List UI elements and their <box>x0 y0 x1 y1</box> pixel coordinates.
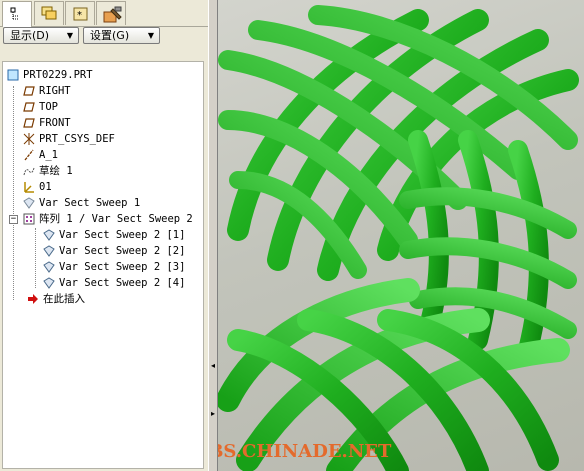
proe-window: * 显示(D) ▼ 设置(G) ▼ PRT0229.PRT RIGHT TOP … <box>0 0 584 471</box>
tab-tools[interactable] <box>96 1 126 25</box>
tree-icon <box>10 7 18 20</box>
favorites-icon: * <box>73 7 88 21</box>
collapse-toggle[interactable]: − <box>9 215 18 224</box>
tree-item-label: PRT_CSYS_DEF <box>39 133 115 145</box>
tab-layers[interactable] <box>34 1 64 25</box>
show-dropdown[interactable]: 显示(D) ▼ <box>3 27 79 44</box>
sweep-icon <box>43 277 55 289</box>
chevron-down-icon: ▼ <box>147 31 154 40</box>
tree-root-label: PRT0229.PRT <box>23 69 93 81</box>
tree-item-label: FRONT <box>39 117 71 129</box>
tools-icon <box>103 6 122 23</box>
panel-splitter[interactable]: ◂ ▸ <box>208 0 218 471</box>
tree-item-label: Var Sect Sweep 2 [3] <box>59 261 186 273</box>
watermark-text: BBS.CHINADE.NET <box>218 441 392 462</box>
chevron-down-icon: ▼ <box>66 31 73 40</box>
tree-connector <box>35 228 36 288</box>
model-tree: PRT0229.PRT RIGHT TOP FRONT PRT_CSYS_DEF… <box>2 61 204 469</box>
tree-item-label: 阵列 1 / Var Sect Sweep 2 <box>39 213 193 225</box>
sweep-icon <box>43 261 55 273</box>
tree-item-label: Var Sect Sweep 2 [1] <box>59 229 186 241</box>
tab-model-tree[interactable] <box>2 1 32 27</box>
sweep-icon <box>23 197 35 209</box>
layers-icon <box>41 6 57 20</box>
expand-right-icon[interactable]: ▸ <box>211 409 215 418</box>
tree-item-label: 在此插入 <box>43 293 85 305</box>
coordinate-system-icon <box>23 133 35 145</box>
datum-plane-icon <box>23 86 35 96</box>
navigator-menubar: 显示(D) ▼ 设置(G) ▼ <box>0 26 208 46</box>
sketch-icon <box>23 167 35 176</box>
tree-item-label: RIGHT <box>39 85 71 97</box>
navigator-panel: * 显示(D) ▼ 设置(G) ▼ PRT0229.PRT RIGHT TOP … <box>0 0 208 471</box>
sweep-icon <box>43 229 55 241</box>
navigator-tabbar: * <box>0 0 208 27</box>
tree-item-label: TOP <box>39 101 58 113</box>
datum-axis-icon <box>24 149 34 161</box>
settings-dropdown[interactable]: 设置(G) ▼ <box>83 27 160 44</box>
lattice-model[interactable] <box>218 0 584 471</box>
pattern-icon <box>23 213 35 225</box>
datum-plane-icon <box>23 118 35 128</box>
tree-item-label: Var Sect Sweep 1 <box>39 197 141 209</box>
datum-plane-icon <box>23 102 35 112</box>
csys-icon <box>24 182 34 193</box>
part-icon <box>7 69 19 81</box>
svg-text:*: * <box>77 10 82 21</box>
tree-item-label: A_1 <box>39 149 58 161</box>
collapse-left-icon[interactable]: ◂ <box>211 361 215 370</box>
tree-item-label: 01 <box>39 181 52 193</box>
sweep-icon <box>43 245 55 257</box>
tree-item-label: Var Sect Sweep 2 [4] <box>59 277 186 289</box>
settings-dropdown-label: 设置(G) <box>90 29 130 42</box>
tree-item-label: 草绘 1 <box>39 165 73 177</box>
tree-item-label: Var Sect Sweep 2 [2] <box>59 245 186 257</box>
show-dropdown-label: 显示(D) <box>10 29 50 42</box>
tab-favorites[interactable]: * <box>65 1 95 25</box>
graphics-viewport[interactable]: BBS.CHINADE.NET <box>218 0 584 471</box>
insert-here-arrow-icon <box>28 294 38 304</box>
tree-connector <box>13 86 14 300</box>
